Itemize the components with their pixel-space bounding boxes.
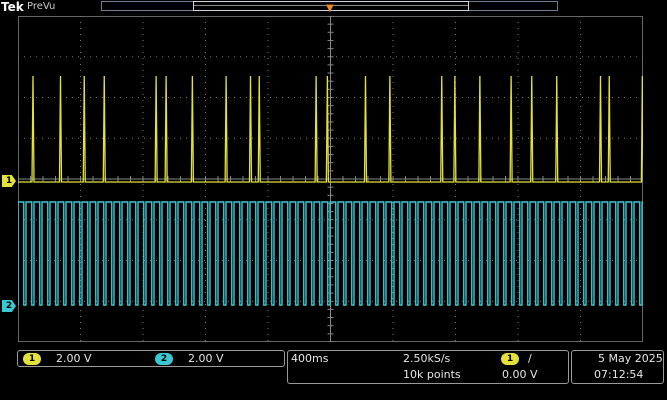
time-per-division: 400ms bbox=[291, 352, 329, 365]
acquisition-mode: PreVu bbox=[27, 1, 56, 12]
sample-rate: 2.50kS/s bbox=[403, 352, 451, 365]
ch2-ground-marker[interactable]: 2 bbox=[2, 300, 16, 312]
top-bar: Tek PreVu ▼ bbox=[0, 0, 667, 16]
record-length: 10k points bbox=[403, 368, 461, 381]
ch2-trace bbox=[18, 201, 643, 306]
ch1-badge[interactable]: 1 bbox=[23, 353, 41, 365]
date: 5 May 2025 bbox=[598, 352, 663, 365]
trigger-source-badge[interactable]: 1 bbox=[501, 353, 519, 365]
horizontal-readout[interactable]: 400ms 2.50kS/s 10k points 1 / 0.00 V bbox=[287, 350, 569, 384]
rising-edge-icon: / bbox=[528, 352, 532, 365]
time: 07:12:54 bbox=[594, 368, 644, 381]
channel-readout[interactable]: 1 2.00 V 2 2.00 V bbox=[17, 350, 285, 367]
status-bar: 1 2.00 V 2 2.00 V 400ms 2.50kS/s 10k poi… bbox=[0, 346, 667, 400]
brand-logo: Tek bbox=[1, 0, 24, 14]
trigger-marker-icon[interactable]: ▼ bbox=[326, 4, 334, 14]
ch2-badge[interactable]: 2 bbox=[155, 353, 173, 365]
trigger-level: 0.00 V bbox=[502, 368, 538, 381]
ch2-scale: 2.00 V bbox=[188, 352, 224, 365]
ch1-scale: 2.00 V bbox=[56, 352, 92, 365]
waveform-display bbox=[18, 16, 643, 342]
date-time-readout: 5 May 2025 07:12:54 bbox=[571, 350, 664, 384]
ch1-ground-marker[interactable]: 1 bbox=[2, 175, 16, 187]
